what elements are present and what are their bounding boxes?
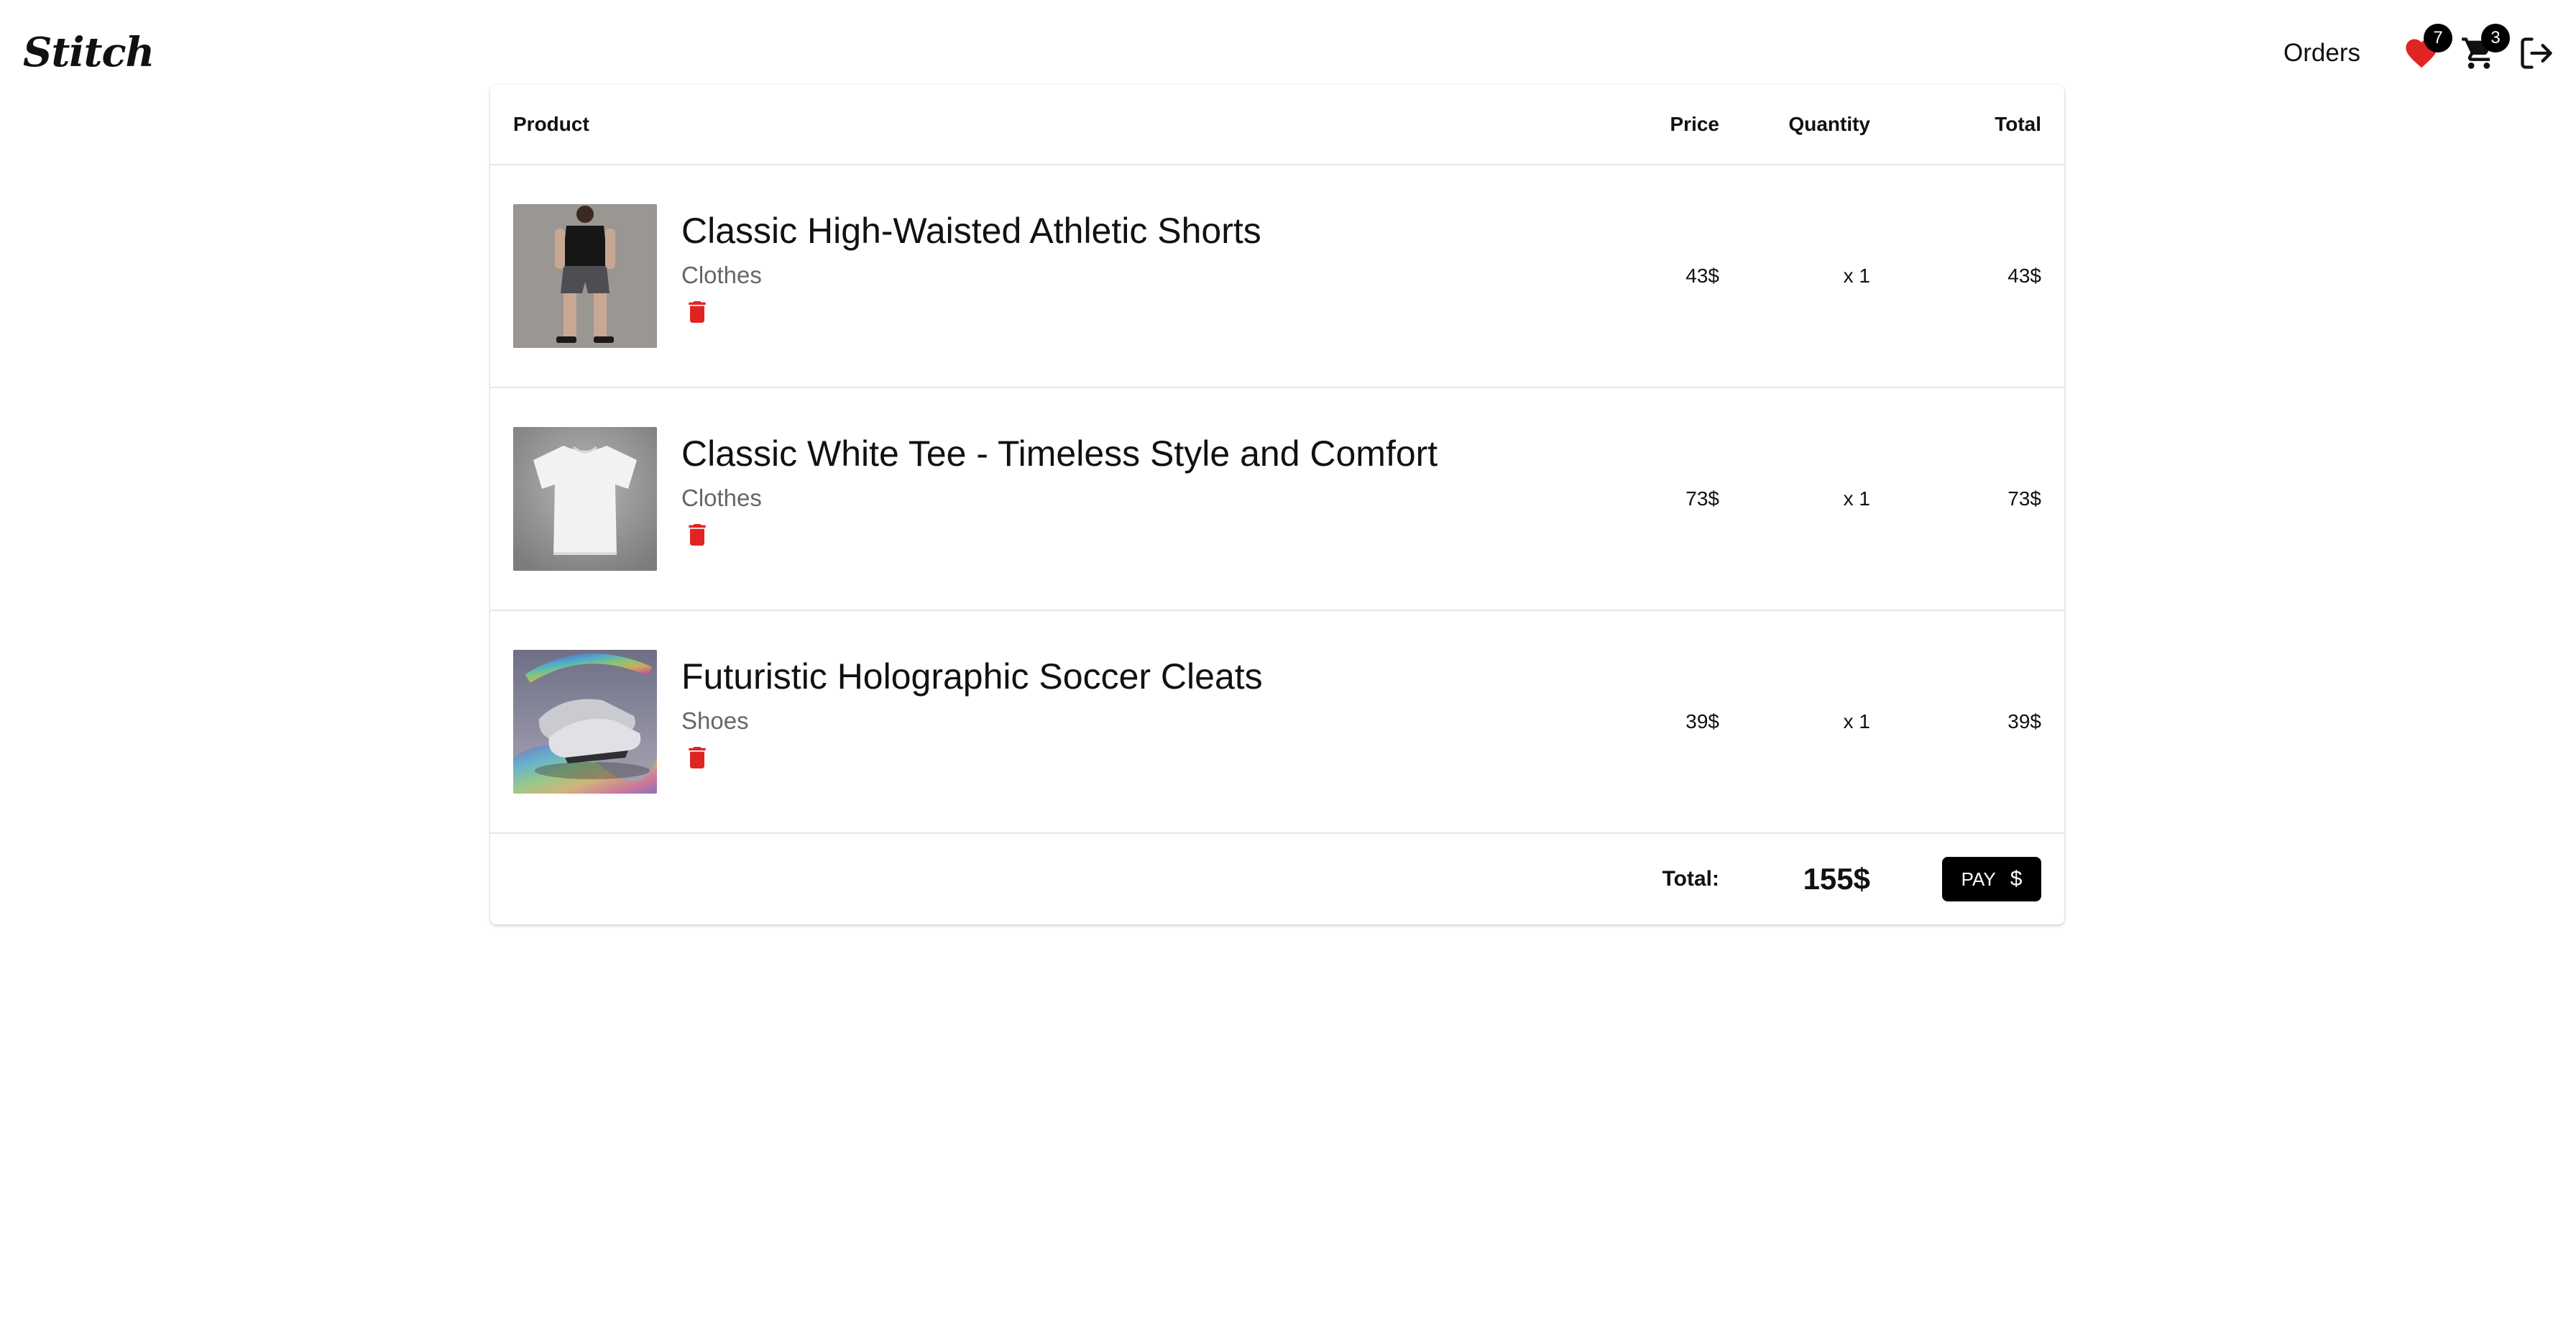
item-total: 43$ — [2007, 265, 2041, 287]
item-quantity: x 1 — [1843, 710, 1870, 733]
item-price: 43$ — [1685, 265, 1719, 287]
cart-table: Product Price Quantity Total Classic Hig… — [490, 85, 2064, 924]
item-price: 73$ — [1685, 487, 1719, 510]
table-footer: Total: 155$ PAY $ — [490, 834, 2064, 924]
table-header: Product Price Quantity Total — [490, 85, 2064, 165]
holographic-cleats-image[interactable] — [513, 650, 657, 794]
table-row: Classic White Tee - Timeless Style and C… — [490, 388, 2064, 611]
logout-button[interactable] — [2514, 31, 2559, 75]
item-total: 73$ — [2007, 487, 2041, 510]
dollar-icon: $ — [2010, 867, 2023, 891]
item-quantity: x 1 — [1843, 265, 1870, 287]
header-quantity: Quantity — [1788, 113, 1870, 135]
trash-icon — [689, 524, 706, 546]
remove-item-button[interactable] — [683, 520, 712, 549]
product-name[interactable]: Classic White Tee - Timeless Style and C… — [681, 433, 1438, 474]
table-row: Futuristic Holographic Soccer Cleats Sho… — [490, 611, 2064, 834]
trash-icon — [689, 301, 706, 323]
table-row: Classic High-Waisted Athletic Shorts Clo… — [490, 165, 2064, 388]
header-product: Product — [513, 113, 589, 135]
item-total: 39$ — [2007, 710, 2041, 733]
white-tee-image[interactable] — [513, 427, 657, 571]
total-value: 155$ — [1803, 862, 1870, 896]
athletic-shorts-image[interactable] — [513, 204, 657, 348]
pay-button[interactable]: PAY $ — [1942, 857, 2041, 901]
favorites-badge: 7 — [2424, 24, 2452, 52]
remove-item-button[interactable] — [683, 743, 712, 772]
header-price: Price — [1670, 113, 1720, 135]
item-price: 39$ — [1685, 710, 1719, 733]
product-category: Clothes — [681, 262, 762, 288]
product-name[interactable]: Classic High-Waisted Athletic Shorts — [681, 210, 1261, 252]
product-category: Clothes — [681, 485, 762, 511]
product-category: Shoes — [681, 707, 749, 734]
cart-button[interactable]: 3 — [2457, 24, 2510, 75]
remove-item-button[interactable] — [683, 298, 712, 326]
favorites-button[interactable]: 7 — [2399, 24, 2452, 75]
item-quantity: x 1 — [1843, 487, 1870, 510]
top-nav: Orders 7 3 — [2283, 19, 2559, 88]
cart-badge: 3 — [2481, 24, 2510, 52]
orders-link[interactable]: Orders — [2283, 39, 2360, 68]
trash-icon — [689, 747, 706, 768]
brand-logo[interactable]: Stitch — [23, 29, 155, 76]
pay-label: PAY — [1961, 868, 1996, 890]
product-name[interactable]: Futuristic Holographic Soccer Cleats — [681, 656, 1263, 697]
total-label: Total: — [1662, 867, 1719, 891]
logout-icon — [2521, 37, 2552, 69]
header-total: Total — [1995, 113, 2041, 135]
